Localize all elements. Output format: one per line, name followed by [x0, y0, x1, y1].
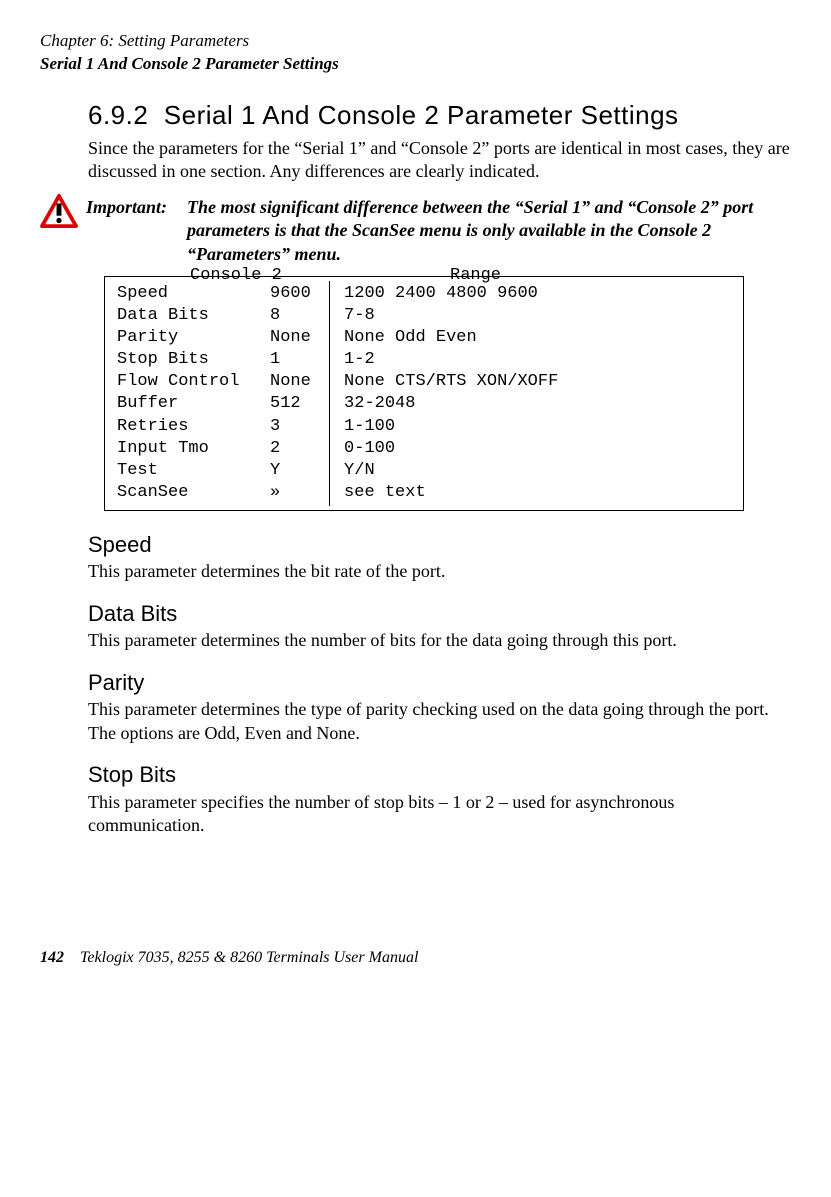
subsection-heading: Parity	[88, 669, 791, 698]
section-heading: 6.9.2 Serial 1 And Console 2 Parameter S…	[88, 99, 791, 133]
subsection-heading: Data Bits	[88, 600, 791, 629]
manual-title: Teklogix 7035, 8255 & 8260 Terminals Use…	[80, 949, 418, 966]
table-col-settings: Speed 9600 Data Bits 8 Parity None Stop …	[105, 281, 330, 506]
section-title: Serial 1 And Console 2 Parameter Setting…	[164, 100, 679, 130]
subsection-heading: Stop Bits	[88, 761, 791, 790]
subsection-paragraph: This parameter determines the number of …	[88, 629, 791, 652]
warning-icon	[40, 194, 78, 234]
important-label: Important:	[86, 196, 167, 219]
page-footer: 142 Teklogix 7035, 8255 & 8260 Terminals…	[40, 948, 791, 969]
subsection-heading: Speed	[88, 531, 791, 560]
section-number: 6.9.2	[88, 100, 148, 130]
parameter-table: Console 2 Range Speed 9600 Data Bits 8 P…	[104, 276, 744, 511]
important-note: Important: The most significant differen…	[40, 196, 791, 266]
subsection-paragraph: This parameter determines the type of pa…	[88, 698, 791, 745]
running-head-chapter: Chapter 6: Setting Parameters	[40, 30, 791, 52]
table-col-range: 1200 2400 4800 9600 7-8 None Odd Even 1-…	[330, 281, 566, 506]
running-head-subtitle: Serial 1 And Console 2 Parameter Setting…	[40, 53, 791, 75]
subsection-paragraph: This parameter specifies the number of s…	[88, 791, 791, 838]
page-number: 142	[40, 949, 64, 966]
section-intro: Since the parameters for the “Serial 1” …	[88, 137, 791, 184]
subsection-paragraph: This parameter determines the bit rate o…	[88, 560, 791, 583]
important-text: The most significant difference between …	[187, 196, 791, 266]
